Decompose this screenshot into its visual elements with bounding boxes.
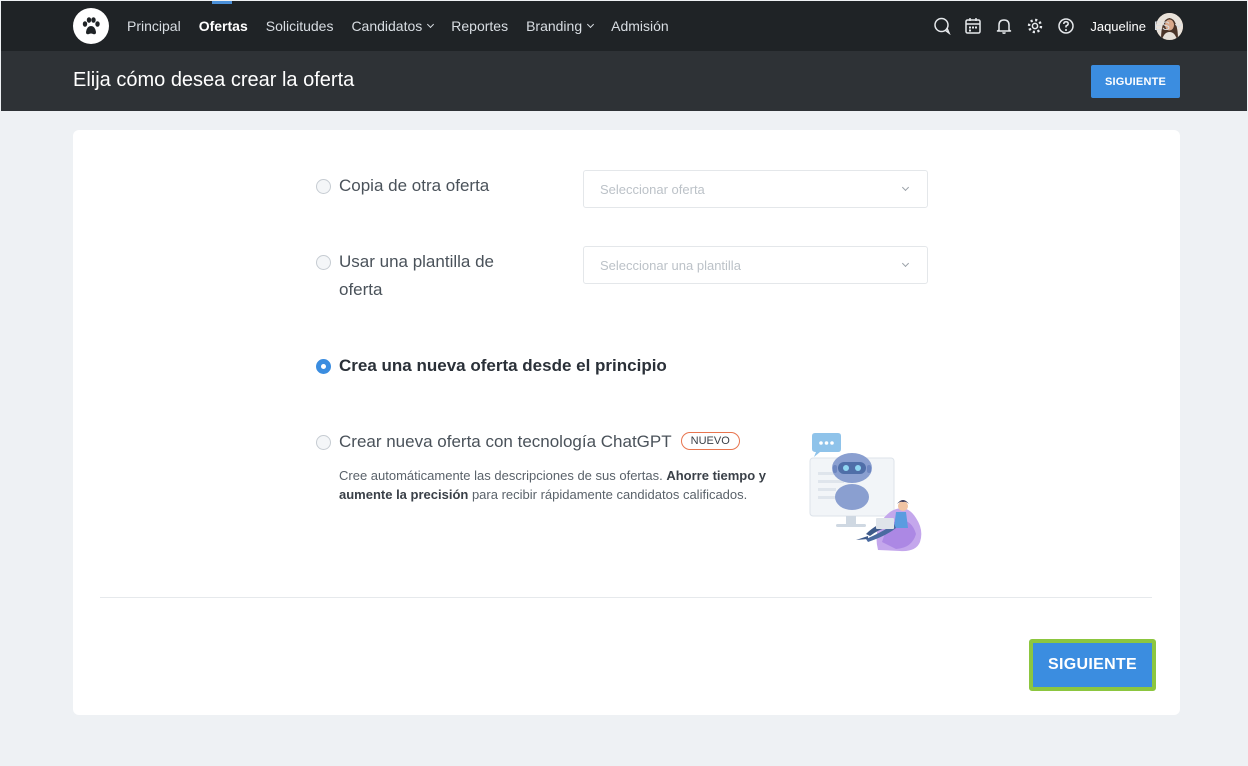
gear-icon[interactable] — [1025, 16, 1045, 36]
option-label: Usar una plantilla de oferta — [339, 248, 494, 304]
radio-new-offer[interactable] — [316, 359, 331, 374]
desc-text: Cree automáticamente las descripciones d… — [339, 468, 667, 483]
option-label-line2: oferta — [339, 280, 383, 299]
option-label-line1: Usar una plantilla de — [339, 252, 494, 271]
chat-icon[interactable] — [932, 16, 952, 36]
desc-text-end: para recibir rápidamente candidatos cali… — [468, 487, 748, 502]
calendar-icon[interactable] — [963, 16, 983, 36]
nav-item-branding[interactable]: Branding — [526, 1, 595, 51]
top-navbar: Principal Ofertas Solicitudes Candidatos… — [1, 1, 1247, 51]
chevron-down-icon — [901, 259, 910, 268]
option-label: Copia de otra oferta — [339, 176, 490, 195]
help-icon[interactable] — [1056, 16, 1076, 36]
user-name[interactable]: Jaqueline — [1090, 19, 1146, 34]
paw-logo-icon[interactable] — [73, 8, 109, 44]
option-copy-offer[interactable]: Copia de otra oferta — [316, 175, 489, 200]
language-selector[interactable]: ES — [1153, 1, 1183, 51]
next-button-bottom[interactable]: SIGUIENTE — [1033, 643, 1152, 687]
option-label: Crear nueva oferta con tecnología ChatGP… — [339, 428, 740, 456]
select-placeholder: Seleccionar oferta — [600, 181, 705, 197]
robot-illustration — [808, 432, 928, 554]
nav-label: Branding — [526, 18, 583, 34]
creation-options-card: Copia de otra oferta Seleccionar oferta … — [73, 130, 1180, 715]
nav-label: Ofertas — [198, 18, 248, 34]
nav-label: Candidatos — [351, 18, 423, 34]
nav-item-candidatos[interactable]: Candidatos — [351, 1, 435, 51]
nav-right-tools: Jaqueline — [921, 1, 1183, 51]
divider — [100, 597, 1152, 598]
next-button-top[interactable]: SIGUIENTE — [1091, 65, 1180, 98]
option-use-template[interactable]: Usar una plantilla de oferta — [316, 251, 494, 304]
option-chatgpt-offer[interactable]: Crear nueva oferta con tecnología ChatGP… — [316, 431, 740, 456]
chevron-down-icon — [427, 20, 435, 29]
nav-label: Principal — [127, 18, 181, 34]
language-label: ES — [1153, 19, 1170, 33]
nav-item-admision[interactable]: Admisión — [611, 1, 669, 51]
radio-use-template[interactable] — [316, 255, 331, 270]
radio-chatgpt-offer[interactable] — [316, 435, 331, 450]
main-nav: Principal Ofertas Solicitudes Candidatos… — [127, 1, 687, 51]
page-title: Elija cómo desea crear la oferta — [73, 69, 355, 91]
chevron-down-icon — [901, 183, 910, 192]
option-new-offer[interactable]: Crea una nueva oferta desde el principio — [316, 355, 667, 380]
nav-item-reportes[interactable]: Reportes — [451, 1, 508, 51]
page-header: Elija cómo desea crear la oferta SIGUIEN… — [1, 51, 1247, 111]
option-label-text: Crear nueva oferta con tecnología ChatGP… — [339, 432, 672, 451]
nav-label: Reportes — [451, 18, 509, 34]
next-button-highlight: SIGUIENTE — [1029, 639, 1156, 691]
chevron-down-icon — [1174, 20, 1183, 29]
nav-label: Solicitudes — [265, 18, 334, 34]
option-label: Crea una nueva oferta desde el principio — [339, 356, 667, 375]
select-template-dropdown[interactable]: Seleccionar una plantilla — [583, 246, 928, 284]
chatgpt-description: Cree automáticamente las descripciones d… — [339, 466, 799, 504]
new-badge: NUEVO — [680, 432, 740, 450]
bell-icon[interactable] — [994, 16, 1014, 36]
nav-item-ofertas[interactable]: Ofertas — [199, 1, 248, 51]
nav-label: Admisión — [611, 18, 669, 34]
nav-item-principal[interactable]: Principal — [127, 1, 181, 51]
select-offer-dropdown[interactable]: Seleccionar oferta — [583, 170, 928, 208]
nav-item-solicitudes[interactable]: Solicitudes — [266, 1, 334, 51]
chevron-down-icon — [587, 20, 595, 29]
radio-copy-offer[interactable] — [316, 179, 331, 194]
select-placeholder: Seleccionar una plantilla — [600, 257, 741, 273]
